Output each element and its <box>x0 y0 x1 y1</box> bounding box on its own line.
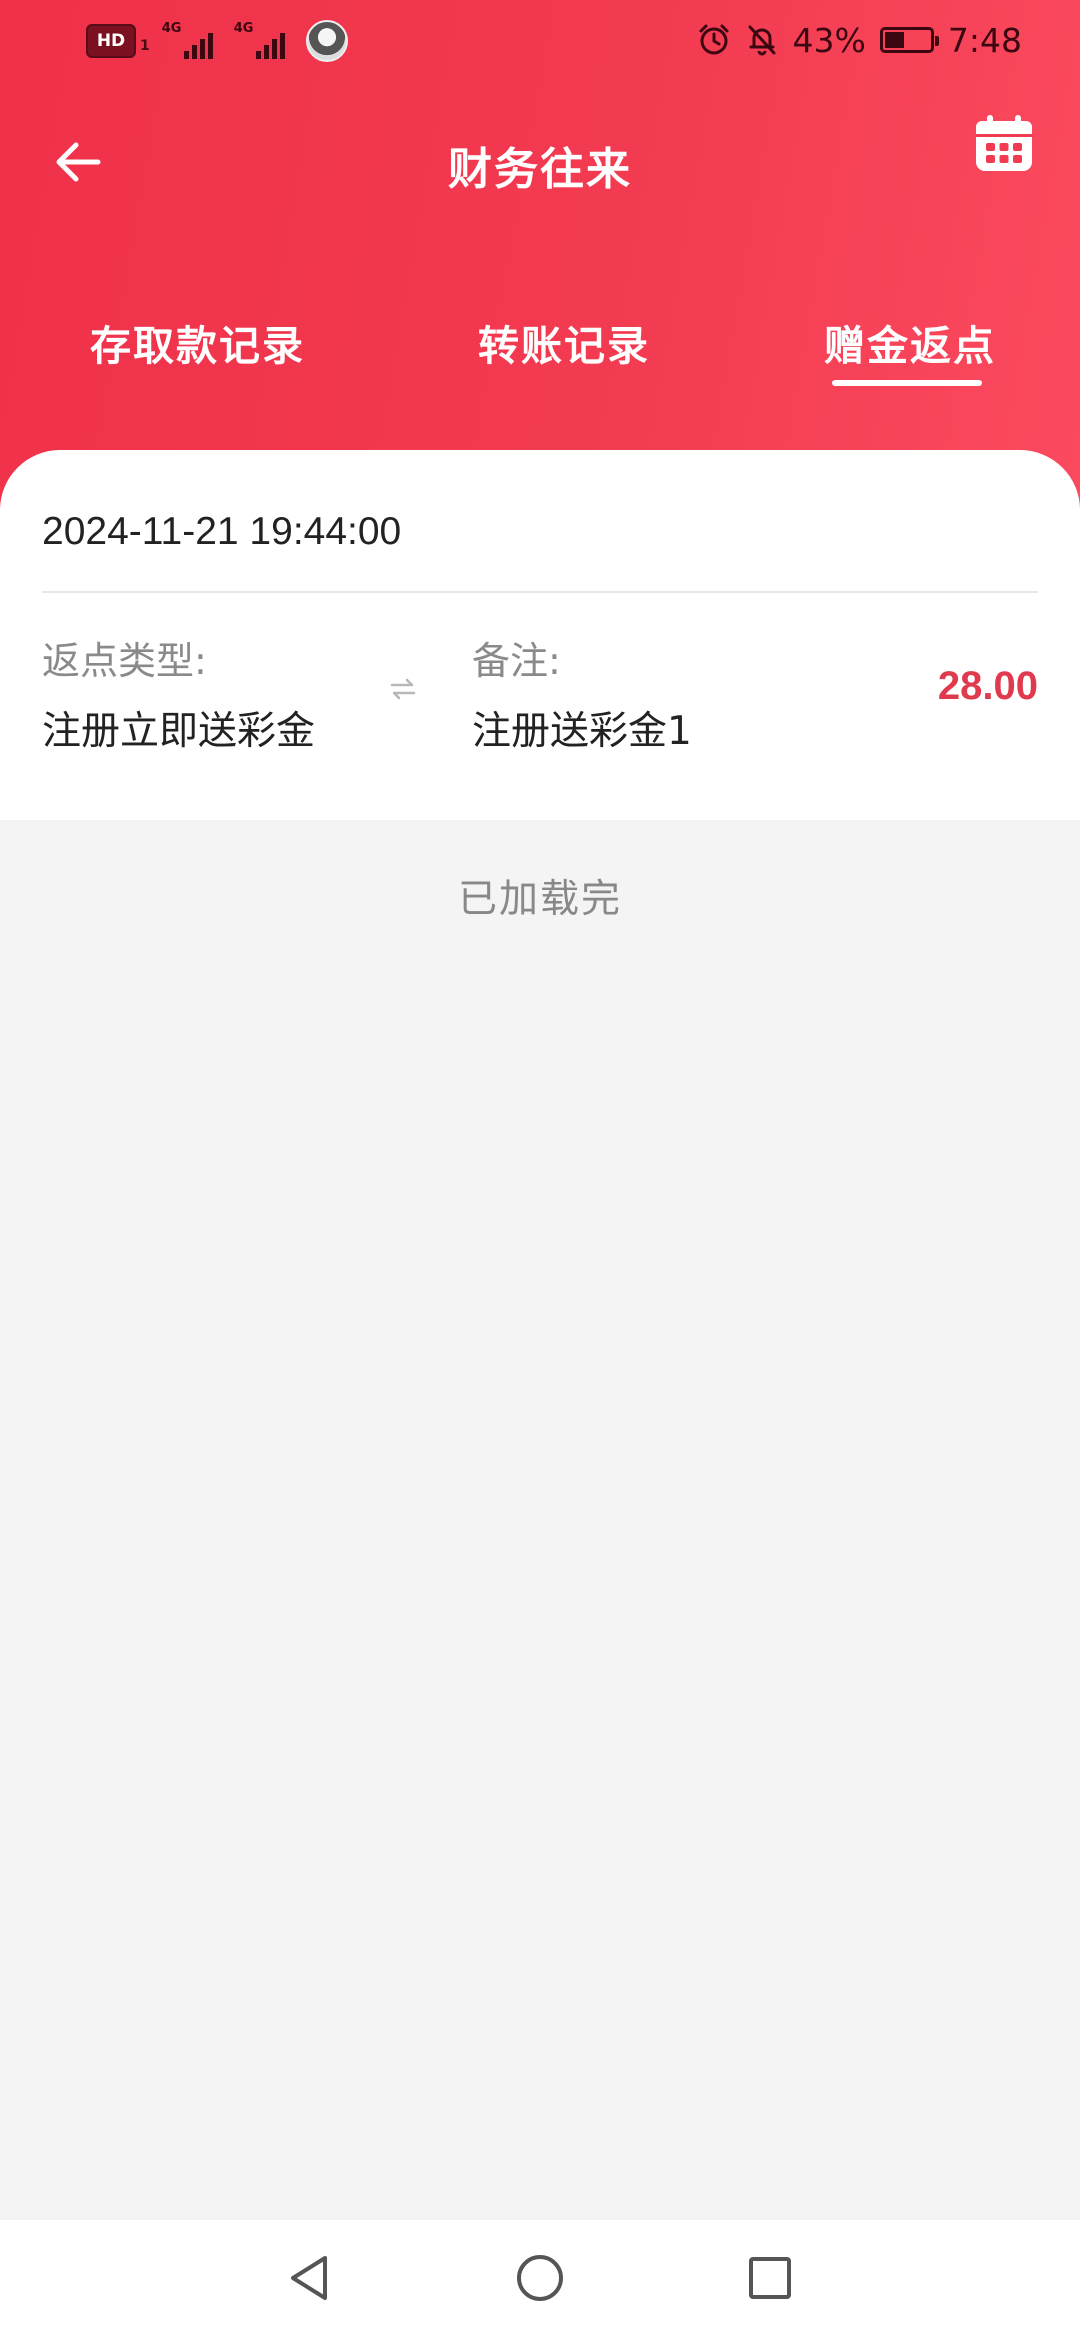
record-date: 2024-11-21 19:44:00 <box>42 510 402 553</box>
rebate-type-value: 注册立即送彩金 <box>42 709 316 754</box>
avatar <box>305 20 348 62</box>
sim-slot-label: 1 <box>140 38 150 54</box>
note-value: 注册送彩金1 <box>472 709 692 754</box>
status-bar: HD 1 4G 4G 43% 7:48 <box>0 0 1080 84</box>
divider <box>42 591 1038 593</box>
status-right-group: 43% 7:48 <box>697 18 1022 62</box>
battery-level-fill <box>884 32 904 48</box>
battery-icon <box>879 27 939 53</box>
bell-off-icon <box>748 25 776 56</box>
status-time: 7:48 <box>947 20 1022 60</box>
system-nav-bar <box>0 2220 1080 2340</box>
swap-icon <box>390 678 416 700</box>
calendar-icon[interactable] <box>972 112 1036 176</box>
nav-home-icon[interactable] <box>510 2248 570 2308</box>
amount-value: 28.00 <box>937 664 1038 708</box>
note-label: 备注: <box>472 639 561 683</box>
rebate-type-label: 返点类型: <box>42 639 207 683</box>
tab-bonus-rebate[interactable]: 赠金返点 <box>824 312 996 372</box>
battery-percent: 43% <box>792 20 866 60</box>
nav-recents-icon[interactable] <box>740 2248 800 2308</box>
hd-badge: HD <box>86 24 136 58</box>
active-tab-indicator <box>832 380 982 386</box>
list-end-message: 已加载完 <box>457 877 622 922</box>
alarm-icon <box>699 24 729 55</box>
nav-back-icon[interactable] <box>280 2248 340 2308</box>
network-type-label: 4G <box>233 21 254 36</box>
page-title: 财务往来 <box>448 144 632 195</box>
network-type-label: 4G <box>161 21 182 36</box>
screen: HD 1 4G 4G 43% 7:48 财务往来 存取款记录 转账记录 赠金返点… <box>0 0 1080 2340</box>
signal-icon: 4G <box>162 21 222 61</box>
tab-deposit-withdraw[interactable]: 存取款记录 <box>90 312 305 372</box>
status-left-group: HD 1 4G 4G <box>86 20 348 62</box>
signal-icon: 4G <box>234 21 294 61</box>
tab-transfer[interactable]: 转账记录 <box>478 312 650 372</box>
record-card[interactable]: 2024-11-21 19:44:00 返点类型: 注册立即送彩金 备注: 注册… <box>0 450 1080 820</box>
